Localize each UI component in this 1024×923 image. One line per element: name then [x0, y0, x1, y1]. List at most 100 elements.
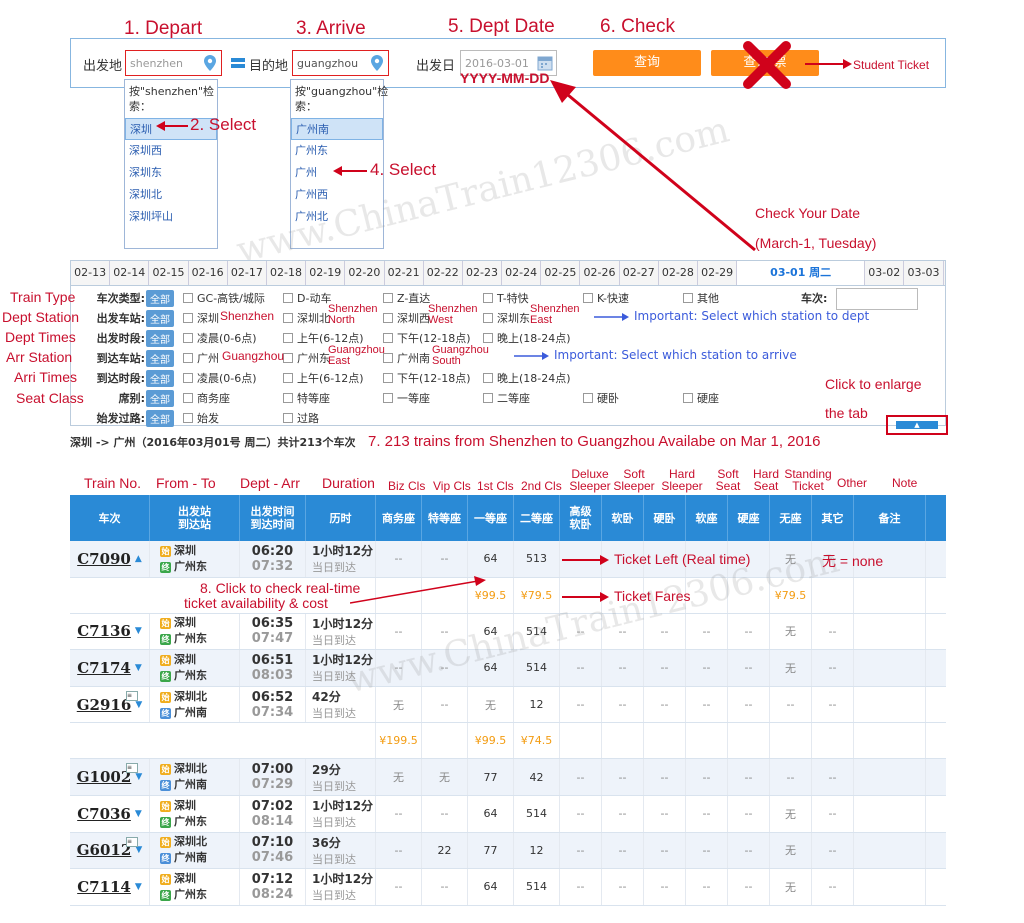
schedule-icon[interactable]: ≡ — [126, 836, 138, 847]
checkbox[interactable] — [283, 353, 293, 363]
to-suggestion-item[interactable]: 广州南 — [291, 118, 383, 140]
checkbox[interactable] — [383, 313, 393, 323]
to-input[interactable]: guangzhou — [292, 50, 389, 76]
query-button[interactable]: 查询 — [593, 50, 701, 76]
filter-all-button[interactable]: 全部 — [146, 410, 174, 427]
date-tab[interactable]: 02-13 — [71, 261, 111, 285]
checkbox[interactable] — [383, 293, 393, 303]
from-suggestion-item[interactable]: 深圳北 — [125, 184, 217, 206]
chevron-down-icon[interactable]: ▼ — [135, 626, 142, 636]
checkbox[interactable] — [483, 373, 493, 383]
filter-option[interactable]: 其他 — [683, 290, 719, 306]
checkbox[interactable] — [683, 293, 693, 303]
chevron-up-icon[interactable]: ▲ — [135, 554, 142, 564]
checkbox[interactable] — [183, 393, 193, 403]
date-tab[interactable]: 02-20 — [345, 261, 385, 285]
checkbox[interactable] — [283, 313, 293, 323]
date-tab[interactable]: 02-23 — [463, 261, 503, 285]
schedule-icon[interactable]: ≡ — [126, 690, 138, 701]
chevron-down-icon[interactable]: ▼ — [135, 663, 142, 673]
date-tab[interactable]: 03-02 — [865, 261, 905, 285]
train-number-link[interactable]: C7136 — [77, 622, 131, 640]
filter-option[interactable]: GC-高铁/城际 — [183, 290, 265, 306]
checkbox[interactable] — [283, 333, 293, 343]
date-tab[interactable]: 02-19 — [306, 261, 346, 285]
filter-option[interactable]: 深圳东 — [483, 310, 530, 326]
from-input[interactable]: shenzhen — [125, 50, 222, 76]
schedule-icon[interactable]: ≡ — [126, 763, 138, 774]
filter-option[interactable]: 深圳 — [183, 310, 219, 326]
filter-all-button[interactable]: 全部 — [146, 290, 174, 307]
chevron-down-icon[interactable]: ▼ — [135, 882, 142, 892]
filter-option[interactable]: 商务座 — [183, 390, 230, 406]
checkbox[interactable] — [383, 373, 393, 383]
filter-all-button[interactable]: 全部 — [146, 370, 174, 387]
filter-option[interactable]: 过路 — [283, 410, 319, 426]
checkbox[interactable] — [683, 393, 693, 403]
date-tab[interactable]: 02-15 — [149, 261, 189, 285]
filter-option[interactable]: D-动车 — [283, 290, 331, 306]
checkbox[interactable] — [283, 393, 293, 403]
date-tab[interactable]: 02-16 — [189, 261, 228, 285]
date-tab[interactable]: 02-28 — [659, 261, 698, 285]
column-header[interactable]: 出发时间 到达时间 — [240, 495, 306, 541]
train-no-input[interactable] — [836, 288, 918, 310]
chevron-down-icon[interactable]: ▼ — [135, 700, 142, 710]
filter-option[interactable]: 广州 — [183, 350, 219, 366]
date-tab[interactable]: 02-27 — [620, 261, 659, 285]
date-tab[interactable]: 02-17 — [228, 261, 267, 285]
date-tab[interactable]: 02-18 — [267, 261, 307, 285]
checkbox[interactable] — [283, 373, 293, 383]
date-tab-selected[interactable]: 03-01 周二 — [737, 261, 866, 285]
train-number-link[interactable]: C7174 — [77, 659, 131, 677]
chevron-down-icon[interactable]: ▼ — [135, 809, 142, 819]
date-tab[interactable]: 02-25 — [541, 261, 581, 285]
checkbox[interactable] — [583, 293, 593, 303]
filter-option[interactable]: Z-直达 — [383, 290, 430, 306]
checkbox[interactable] — [183, 413, 193, 423]
column-header[interactable]: 历时 — [306, 495, 376, 541]
checkbox[interactable] — [383, 333, 393, 343]
filter-option[interactable]: 一等座 — [383, 390, 430, 406]
checkbox[interactable] — [383, 393, 393, 403]
filter-option[interactable]: 硬座 — [683, 390, 719, 406]
checkbox[interactable] — [183, 313, 193, 323]
filter-option[interactable]: 深圳北 — [283, 310, 330, 326]
filter-option[interactable]: 上午(6-12点) — [283, 370, 364, 386]
filter-option[interactable]: 下午(12-18点) — [383, 370, 471, 386]
filter-option[interactable]: 硬卧 — [583, 390, 619, 406]
train-number-link[interactable]: C7114 — [77, 878, 131, 896]
train-number-link[interactable]: G6012 — [77, 841, 132, 859]
date-tab[interactable]: 03-03 — [904, 261, 944, 285]
checkbox[interactable] — [483, 293, 493, 303]
date-tab[interactable]: 02-21 — [385, 261, 424, 285]
filter-option[interactable]: 凌晨(0-6点) — [183, 370, 257, 386]
train-number-link[interactable]: G1002 — [77, 768, 132, 786]
collapse-filter-button[interactable]: ▲ — [896, 421, 938, 429]
date-tab[interactable]: 02-26 — [580, 261, 620, 285]
filter-option[interactable]: 晚上(18-24点) — [483, 330, 571, 346]
checkbox[interactable] — [283, 413, 293, 423]
to-suggestion-item[interactable]: 广州东 — [291, 140, 383, 162]
train-number-link[interactable]: C7090 — [77, 550, 131, 568]
from-suggestion-item[interactable]: 深圳坪山 — [125, 206, 217, 228]
date-tab[interactable]: 02-24 — [502, 261, 542, 285]
filter-option[interactable]: 广州南 — [383, 350, 430, 366]
checkbox[interactable] — [483, 393, 493, 403]
date-tab[interactable]: 02-22 — [424, 261, 463, 285]
filter-all-button[interactable]: 全部 — [146, 310, 174, 327]
checkbox[interactable] — [183, 333, 193, 343]
filter-option[interactable]: K-快速 — [583, 290, 629, 306]
filter-option[interactable]: 始发 — [183, 410, 219, 426]
from-suggestion-item[interactable]: 深圳西 — [125, 140, 217, 162]
checkbox[interactable] — [183, 353, 193, 363]
filter-all-button[interactable]: 全部 — [146, 390, 174, 407]
filter-option[interactable]: T-特快 — [483, 290, 529, 306]
filter-option[interactable]: 凌晨(0-6点) — [183, 330, 257, 346]
filter-option[interactable]: 广州东 — [283, 350, 330, 366]
date-tab[interactable]: 02-29 — [698, 261, 738, 285]
filter-option[interactable]: 深圳西 — [383, 310, 430, 326]
swap-icon[interactable] — [231, 56, 245, 70]
chevron-down-icon[interactable]: ▼ — [135, 772, 142, 782]
filter-option[interactable]: 特等座 — [283, 390, 330, 406]
